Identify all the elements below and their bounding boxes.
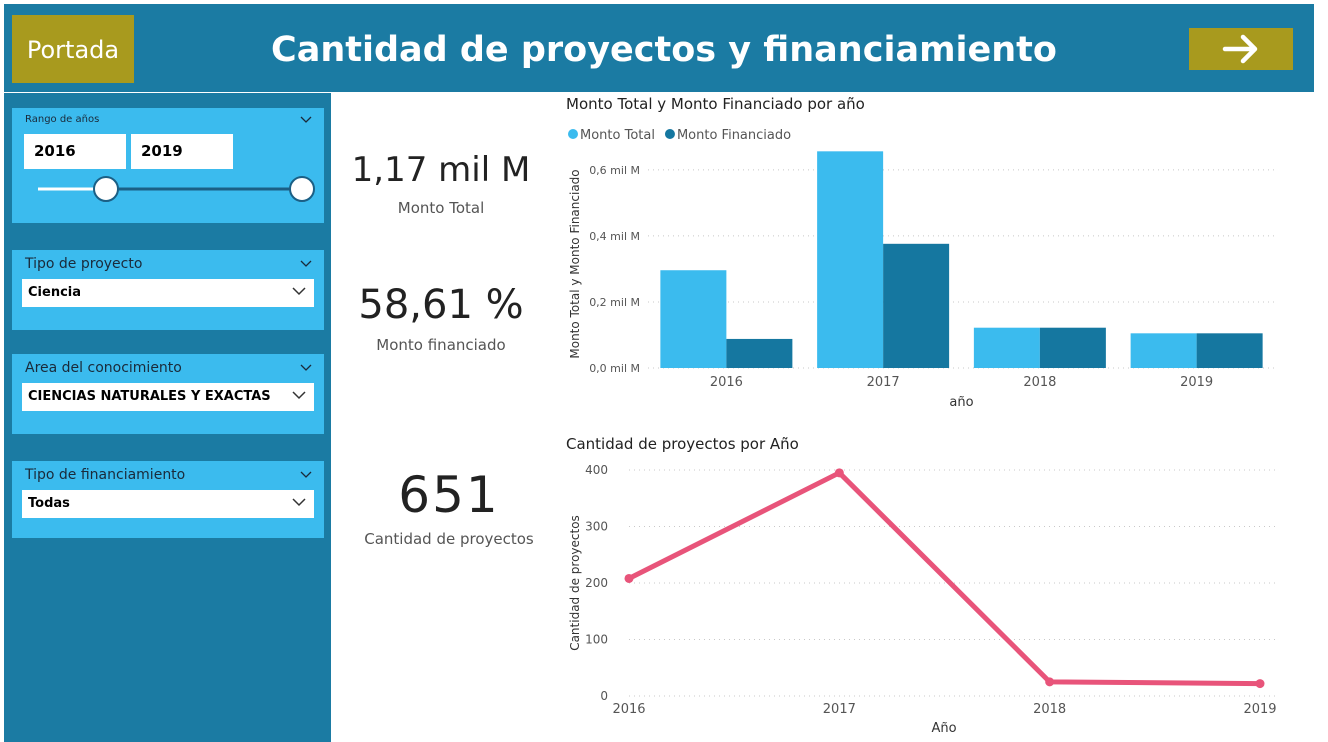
- bar-monto-total-2017[interactable]: [817, 151, 884, 368]
- bar-monto-total-2016[interactable]: [660, 270, 727, 368]
- legend-label: Monto Financiado: [677, 128, 791, 143]
- y-tick-label: 0,0 mil M: [589, 362, 640, 375]
- x-tick-label: 2017: [867, 375, 900, 390]
- line-point-2019[interactable]: [1255, 679, 1265, 689]
- y-axis-title: Cantidad de proyectos: [568, 515, 582, 651]
- tipo-financiamiento-slicer: Tipo de financiamiento Todas: [12, 461, 324, 538]
- year-range-slider[interactable]: [26, 174, 320, 204]
- kpi-monto-total-value: 1,17 mil M: [351, 150, 531, 190]
- tipo-proyecto-title: Tipo de proyecto: [25, 256, 143, 272]
- next-page-button[interactable]: [1189, 28, 1293, 70]
- x-tick-label: 2019: [1243, 702, 1276, 717]
- line-chart-title: Cantidad de proyectos por Año: [566, 435, 799, 453]
- area-conocimiento-value: CIENCIAS NATURALES Y EXACTAS: [28, 389, 271, 404]
- tipo-proyecto-slicer: Tipo de proyecto Ciencia: [12, 250, 324, 330]
- x-tick-label: 2017: [823, 702, 856, 717]
- legend-marker: [568, 129, 578, 139]
- y-tick-label: 300: [585, 520, 608, 534]
- bar-monto-financiado-2018[interactable]: [1039, 327, 1106, 368]
- bar-monto-total-2019[interactable]: [1130, 333, 1197, 368]
- chevron-down-icon: [292, 391, 306, 400]
- chevron-down-icon[interactable]: [300, 260, 312, 268]
- y-tick-label: 0,6 mil M: [589, 164, 640, 177]
- y-tick-label: 400: [585, 463, 608, 477]
- kpi-monto-financiado-label: Monto financiado: [376, 336, 506, 354]
- legend-label: Monto Total: [580, 128, 655, 143]
- tipo-proyecto-dropdown[interactable]: Ciencia: [22, 279, 314, 307]
- slider-handle-end: [289, 176, 315, 202]
- arrow-right-icon: [1222, 34, 1258, 64]
- year-to-input[interactable]: 2019: [131, 134, 233, 169]
- header-bar: [4, 4, 1314, 92]
- bar-monto-total-2018[interactable]: [973, 327, 1040, 368]
- tipo-financiamiento-value: Todas: [28, 496, 70, 511]
- chevron-down-icon[interactable]: [300, 116, 312, 124]
- kpi-monto-financiado-value: 58,61 %: [358, 282, 524, 328]
- y-tick-label: 200: [585, 576, 608, 590]
- kpi-monto-total-label: Monto Total: [397, 199, 485, 217]
- x-tick-label: 2019: [1180, 375, 1213, 390]
- bar-monto-financiado-2019[interactable]: [1196, 333, 1263, 368]
- x-tick-label: 2016: [710, 375, 743, 390]
- x-axis-title: año: [949, 395, 973, 410]
- kpi-cantidad-proyectos-label: Cantidad de proyectos: [364, 530, 534, 548]
- line-point-2016[interactable]: [624, 573, 634, 583]
- line-chart: 0 100 200 300 400 2016 2017 2018 2019 Año Cantidad…: [568, 463, 1277, 736]
- line-point-2018[interactable]: [1045, 677, 1055, 687]
- slider-handle-start: [93, 176, 119, 202]
- kpi-cantidad-proyectos-value: 651: [398, 466, 500, 524]
- year-range-title: Rango de años: [25, 114, 100, 125]
- x-tick-label: 2018: [1023, 375, 1056, 390]
- year-from-input[interactable]: 2016: [24, 134, 126, 169]
- tipo-financiamiento-title: Tipo de financiamiento: [25, 467, 186, 483]
- line-point-2017[interactable]: [834, 468, 844, 478]
- bar-chart-title: Monto Total y Monto Financiado por año: [566, 95, 865, 113]
- y-tick-label: 0,2 mil M: [589, 296, 640, 309]
- y-axis-title: Monto Total y Monto Financiado: [568, 169, 582, 358]
- chevron-down-icon: [292, 287, 306, 296]
- y-tick-label: 0: [600, 689, 608, 703]
- area-conocimiento-title: Area del conocimiento: [25, 360, 182, 376]
- tipo-proyecto-value: Ciencia: [28, 285, 82, 300]
- area-conocimiento-slicer: Area del conocimiento CIENCIAS NATURALES…: [12, 354, 324, 434]
- y-tick-label: 100: [585, 633, 608, 647]
- portada-button[interactable]: Portada: [12, 15, 134, 83]
- chevron-down-icon[interactable]: [300, 471, 312, 479]
- line-series[interactable]: [626, 470, 1263, 687]
- chevron-down-icon[interactable]: [300, 364, 312, 372]
- y-tick-label: 0,4 mil M: [589, 230, 640, 243]
- legend-marker: [664, 129, 675, 139]
- area-conocimiento-dropdown[interactable]: CIENCIAS NATURALES Y EXACTAS: [22, 383, 314, 411]
- bar-chart: Monto Total Monto Financiado 0,0 mil M 0,2…: [568, 128, 1275, 410]
- tipo-financiamiento-dropdown[interactable]: Todas: [22, 490, 314, 518]
- chevron-down-icon: [292, 498, 306, 507]
- x-tick-label: 2018: [1033, 702, 1066, 717]
- x-axis-title: Año: [931, 721, 956, 736]
- year-range-slicer: Rango de años 2016 2019: [12, 108, 324, 223]
- x-tick-label: 2016: [612, 702, 645, 717]
- bar-monto-financiado-2016[interactable]: [726, 338, 793, 368]
- bar-monto-financiado-2017[interactable]: [883, 243, 950, 368]
